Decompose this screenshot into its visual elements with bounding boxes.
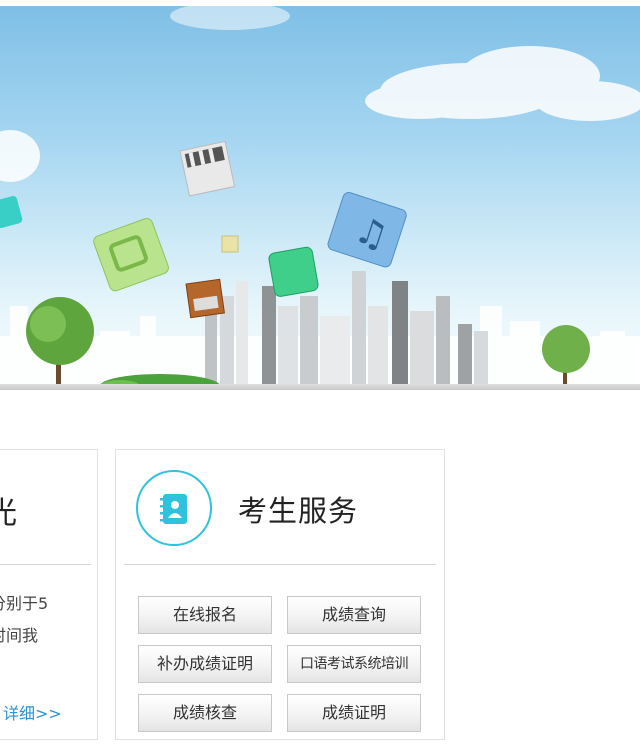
notice-card: 光 分别于5 时间我 详细>> — [0, 449, 98, 740]
reissue-score-certificate-button[interactable]: 补办成绩证明 — [138, 645, 272, 683]
hero-banner: ♫ — [0, 6, 640, 390]
contact-book-icon — [136, 470, 212, 546]
score-review-button[interactable]: 成绩核查 — [138, 694, 272, 732]
notice-divider — [0, 564, 91, 565]
notice-text-line: 时间我 — [0, 626, 39, 645]
notice-more-link[interactable]: 详细>> — [3, 700, 62, 724]
banner-floor — [0, 384, 640, 390]
notice-text-line: 分别于5 — [0, 594, 49, 613]
oral-exam-training-button[interactable]: 口语考试系统培训 — [287, 645, 421, 683]
exam-service-title: 考生服务 — [238, 494, 359, 528]
exam-service-card: 考生服务 在线报名 成绩查询 补办成绩证明 口语考试系统培训 成绩核查 成绩证明 — [115, 449, 445, 740]
banner-illustration: ♫ — [0, 6, 640, 390]
score-certificate-button[interactable]: 成绩证明 — [287, 694, 421, 732]
exam-service-divider — [124, 564, 436, 565]
score-query-button[interactable]: 成绩查询 — [287, 596, 421, 634]
notice-title: 光 — [0, 496, 17, 531]
online-registration-button[interactable]: 在线报名 — [138, 596, 272, 634]
